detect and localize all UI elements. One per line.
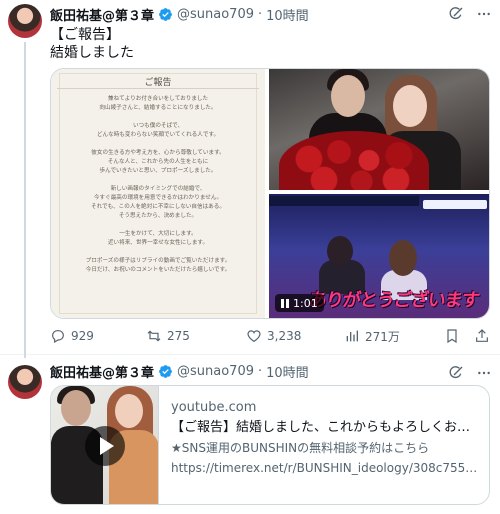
reply-button[interactable]: 929 [50, 328, 94, 344]
letter-body: 兼ねてよりお付き合いをしておりました 向山綾子さんと、結婚することになりました。… [85, 96, 231, 273]
views-button[interactable]: 271万 [344, 328, 400, 345]
reply-icon [52, 330, 64, 344]
like-count: 3,238 [267, 329, 302, 343]
pause-icon[interactable] [281, 298, 289, 308]
more-icon[interactable] [476, 6, 492, 22]
analytics-icon [346, 330, 358, 342]
video-caption: ありがとうございます [307, 290, 481, 311]
tweet-text-line: 結婚しました [50, 45, 134, 61]
grok-icon[interactable] [448, 365, 464, 381]
video-thumbnail[interactable]: 結 [51, 386, 159, 504]
tweet-header-actions [448, 365, 492, 381]
tweet-text: 【ご報告】 結婚しました [50, 26, 134, 62]
retweet-count: 275 [167, 329, 190, 343]
author-handle[interactable]: @sunao709 [177, 7, 254, 22]
avatar[interactable] [8, 4, 42, 38]
separator-dot: · [258, 6, 263, 22]
letter-title: ご報告 [144, 78, 172, 88]
reply-count: 929 [71, 329, 94, 343]
video-figure [389, 240, 417, 276]
tweet-text-line: 【ご報告】 [50, 27, 120, 43]
video-controls[interactable]: 1:01 [275, 294, 324, 312]
tweet-reply[interactable]: 飯田祐基@第３章 @sunao709 · 10時間 結 youtube.com … [0, 355, 500, 514]
media-grid: ご報告 兼ねてよりお付き合いをしておりました 向山綾子さんと、結婚することになり… [50, 68, 490, 319]
tweet-header-actions [448, 6, 492, 22]
share-button[interactable] [474, 328, 490, 344]
timestamp[interactable]: 10時間 [266, 5, 309, 24]
card-url[interactable]: https://timerex.net/r/BUNSHIN_ideology/3… [171, 458, 483, 478]
play-icon[interactable] [85, 426, 125, 466]
video-banner [423, 200, 487, 209]
verified-badge-icon [159, 364, 172, 378]
more-icon[interactable] [476, 365, 492, 381]
author-name[interactable]: 飯田祐基@第３章 [50, 362, 154, 381]
thumbnail-figure [61, 390, 91, 426]
proposal-video[interactable]: ありがとうございます 1:01 [269, 194, 489, 318]
photo-figure [393, 85, 427, 127]
separator-dot: · [258, 363, 263, 379]
retweet-icon [147, 330, 161, 342]
retweet-button[interactable]: 275 [146, 328, 190, 344]
author-name[interactable]: 飯田祐基@第３章 [50, 5, 154, 24]
share-icon [476, 329, 488, 342]
card-text: youtube.com 【ご報告】結婚しました、これからもよろしくお願いします … [171, 398, 483, 478]
youtube-link-card[interactable]: 結 youtube.com 【ご報告】結婚しました、これからもよろしくお願いしま… [50, 385, 490, 505]
video-banner [269, 196, 419, 206]
card-description: ★SNS運用のBUNSHINの無料相談予約はこちら [171, 441, 430, 455]
couple-photo[interactable] [269, 69, 489, 192]
video-duration: 1:01 [293, 296, 318, 310]
author-handle[interactable]: @sunao709 [177, 364, 254, 379]
photo-figure [331, 75, 365, 117]
verified-badge-icon [159, 7, 172, 21]
announcement-letter-image[interactable]: ご報告 兼ねてよりお付き合いをしておりました 向山綾子さんと、結婚することになり… [51, 69, 267, 318]
thread-line [24, 42, 26, 358]
tweet-header: 飯田祐基@第３章 @sunao709 · 10時間 [50, 361, 309, 381]
avatar[interactable] [8, 365, 42, 399]
timestamp[interactable]: 10時間 [266, 362, 309, 381]
rose-bouquet [279, 131, 429, 190]
tweet-header: 飯田祐基@第３章 @sunao709 · 10時間 [50, 4, 309, 24]
thumbnail-figure [115, 394, 143, 428]
letter-divider [57, 88, 259, 89]
bookmark-icon [447, 329, 457, 344]
grok-icon[interactable] [448, 6, 464, 22]
card-title: 【ご報告】結婚しました、これからもよろしくお願いします [171, 420, 483, 435]
tweet-actions: 929 275 3,238 271万 [50, 326, 490, 346]
heart-icon [247, 330, 261, 343]
view-count: 271万 [365, 329, 400, 344]
card-domain: youtube.com [171, 400, 257, 415]
video-figure [327, 236, 353, 266]
bookmark-button[interactable] [444, 328, 460, 344]
like-button[interactable]: 3,238 [246, 328, 301, 344]
tweet-main[interactable]: 飯田祐基@第３章 @sunao709 · 10時間 【ご報告】 結婚しました ご… [0, 0, 500, 358]
